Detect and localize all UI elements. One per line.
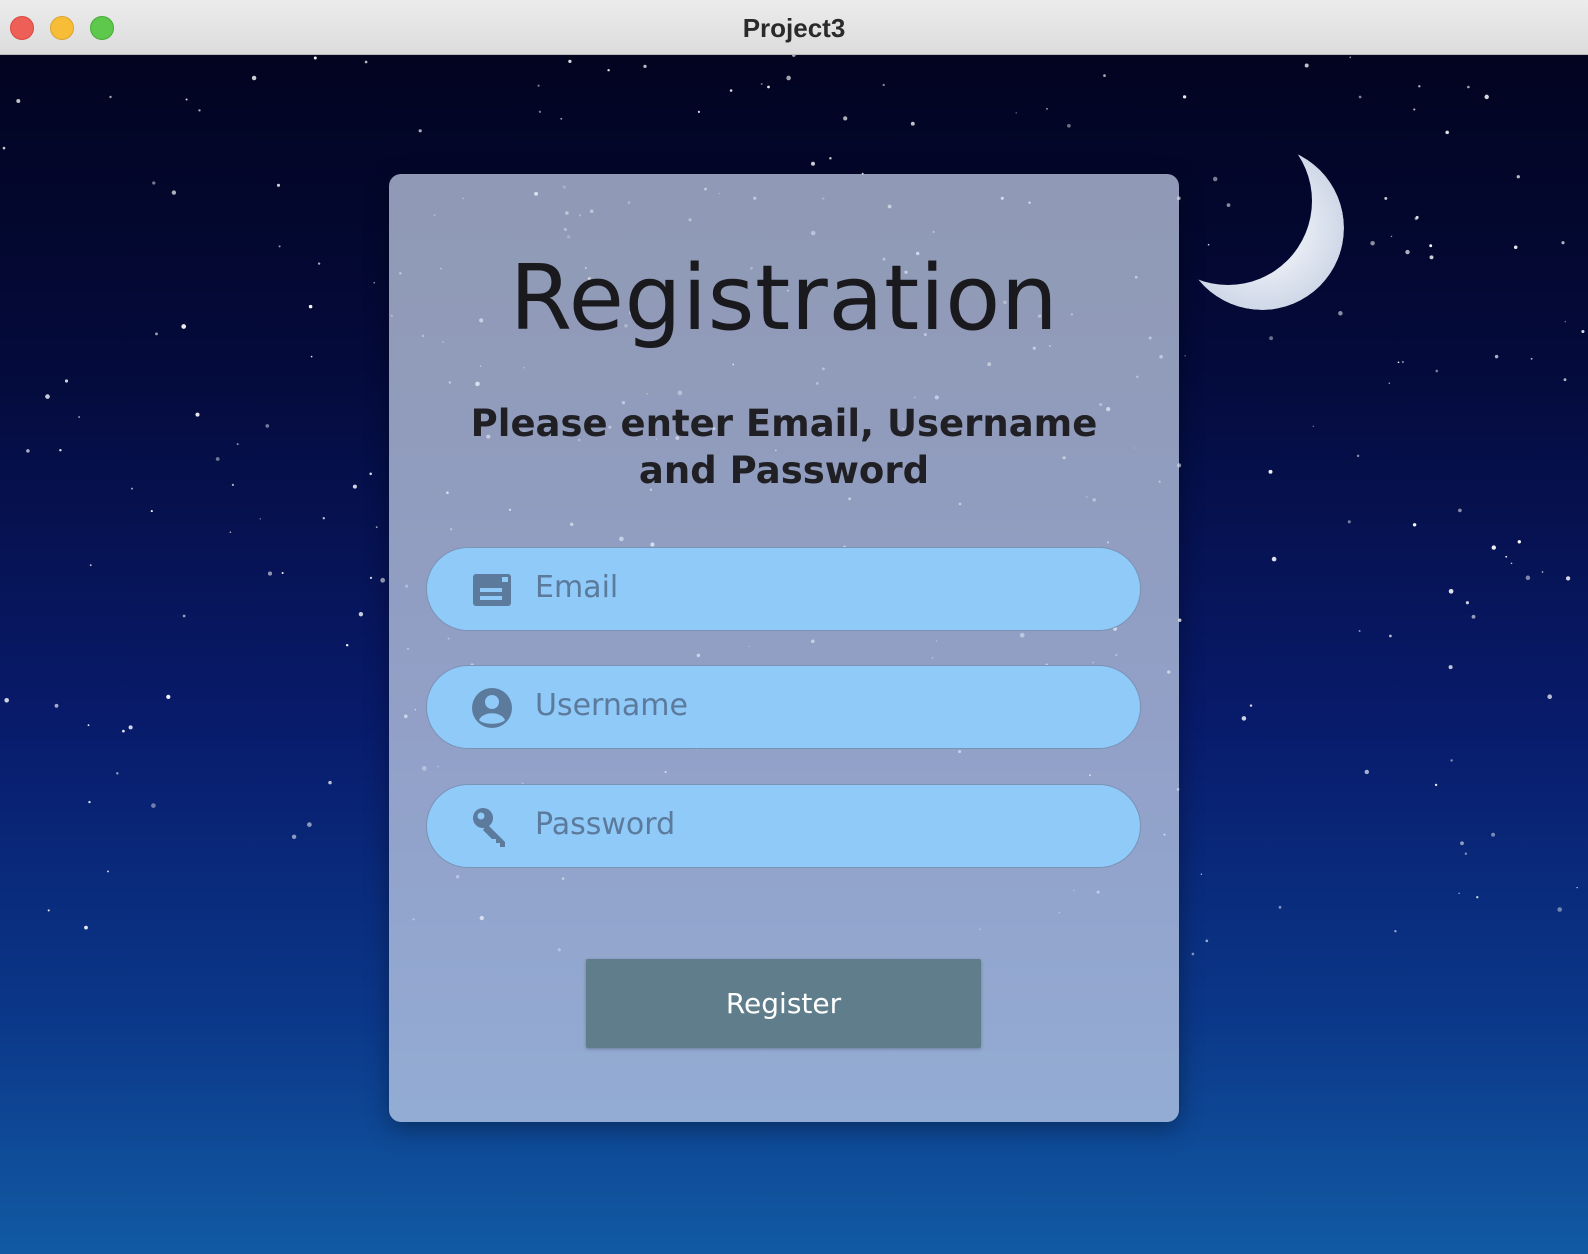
username-field[interactable]: Username [426,665,1141,749]
night-sky-background: Registration Please enter Email, Usernam… [0,55,1588,1254]
instructions-text: Please enter Email, Username and Passwor… [470,402,1098,492]
email-card-icon [473,574,511,606]
window-title: Project3 [742,13,846,43]
title-bar[interactable]: Project3 [0,0,1588,55]
password-field[interactable]: Password [426,784,1141,868]
email-placeholder: Email [535,570,619,605]
registration-card: Registration Please enter Email, Usernam… [389,174,1179,1122]
username-placeholder: Username [535,688,688,723]
password-placeholder: Password [535,807,676,842]
register-button[interactable]: Register [586,959,981,1048]
page-title: Registration [509,246,1059,351]
register-button-label: Register [725,987,842,1020]
key-icon [473,808,505,847]
email-field[interactable]: Email [426,547,1141,631]
account-circle-icon [472,688,512,728]
app-window: Project3 Registration Please enter Email… [0,0,1588,1254]
